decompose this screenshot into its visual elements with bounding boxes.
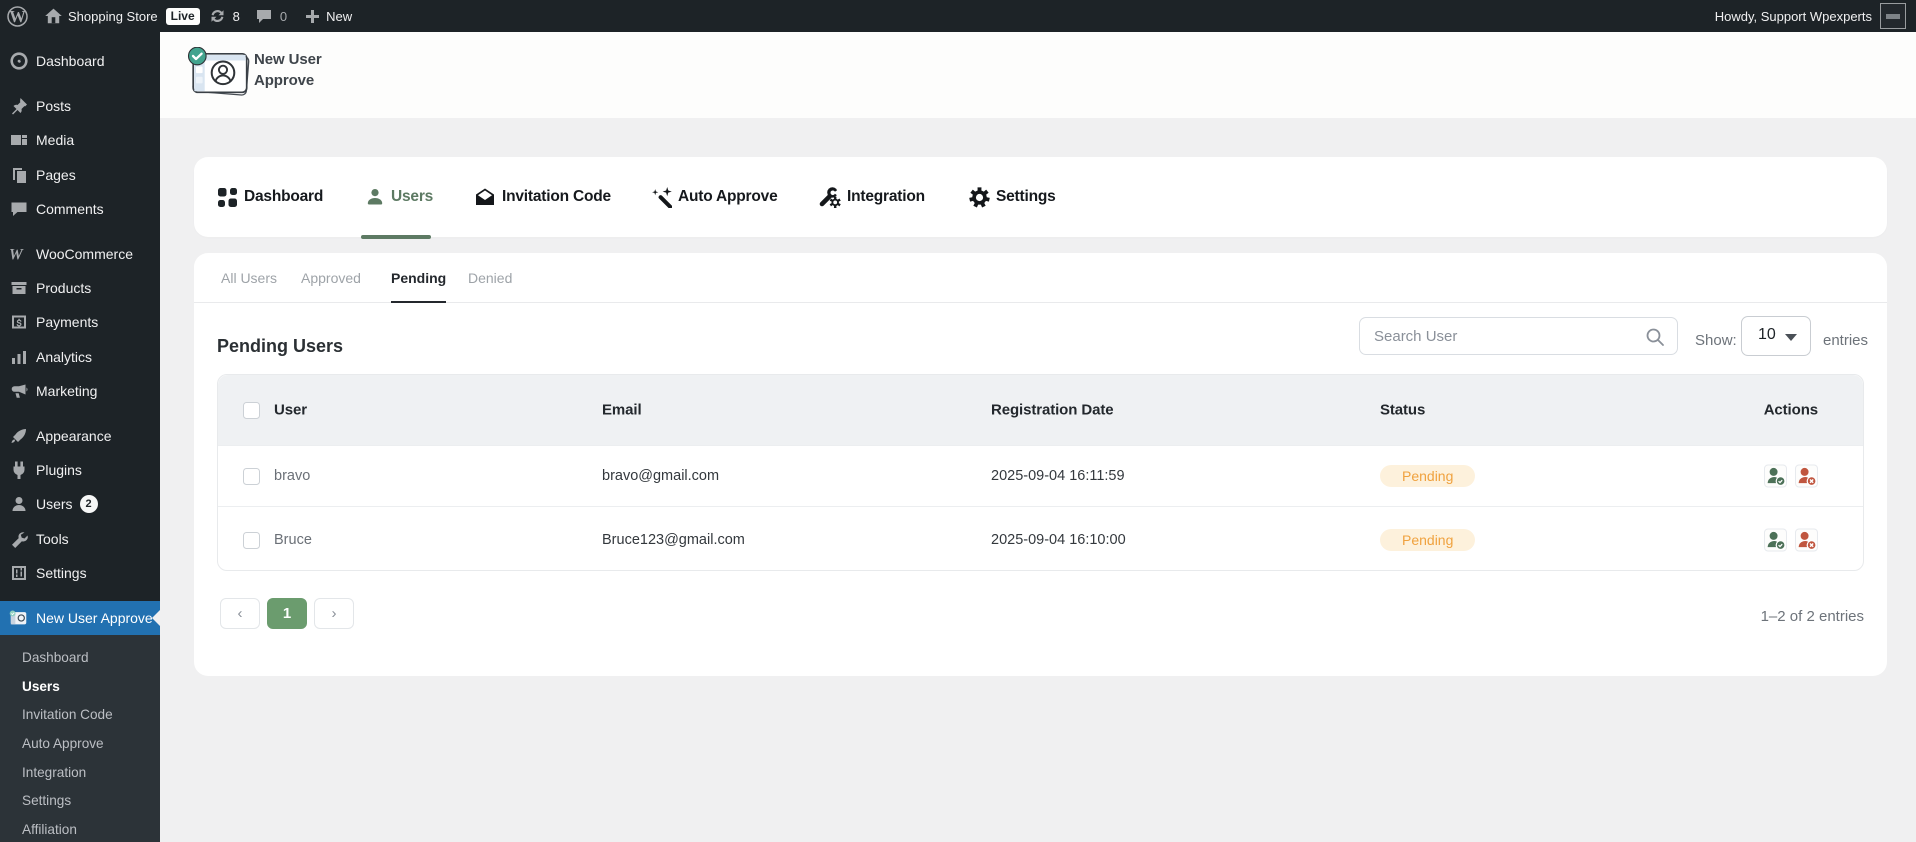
svg-text:W: W [9, 7, 26, 26]
svg-text:W: W [9, 246, 24, 262]
